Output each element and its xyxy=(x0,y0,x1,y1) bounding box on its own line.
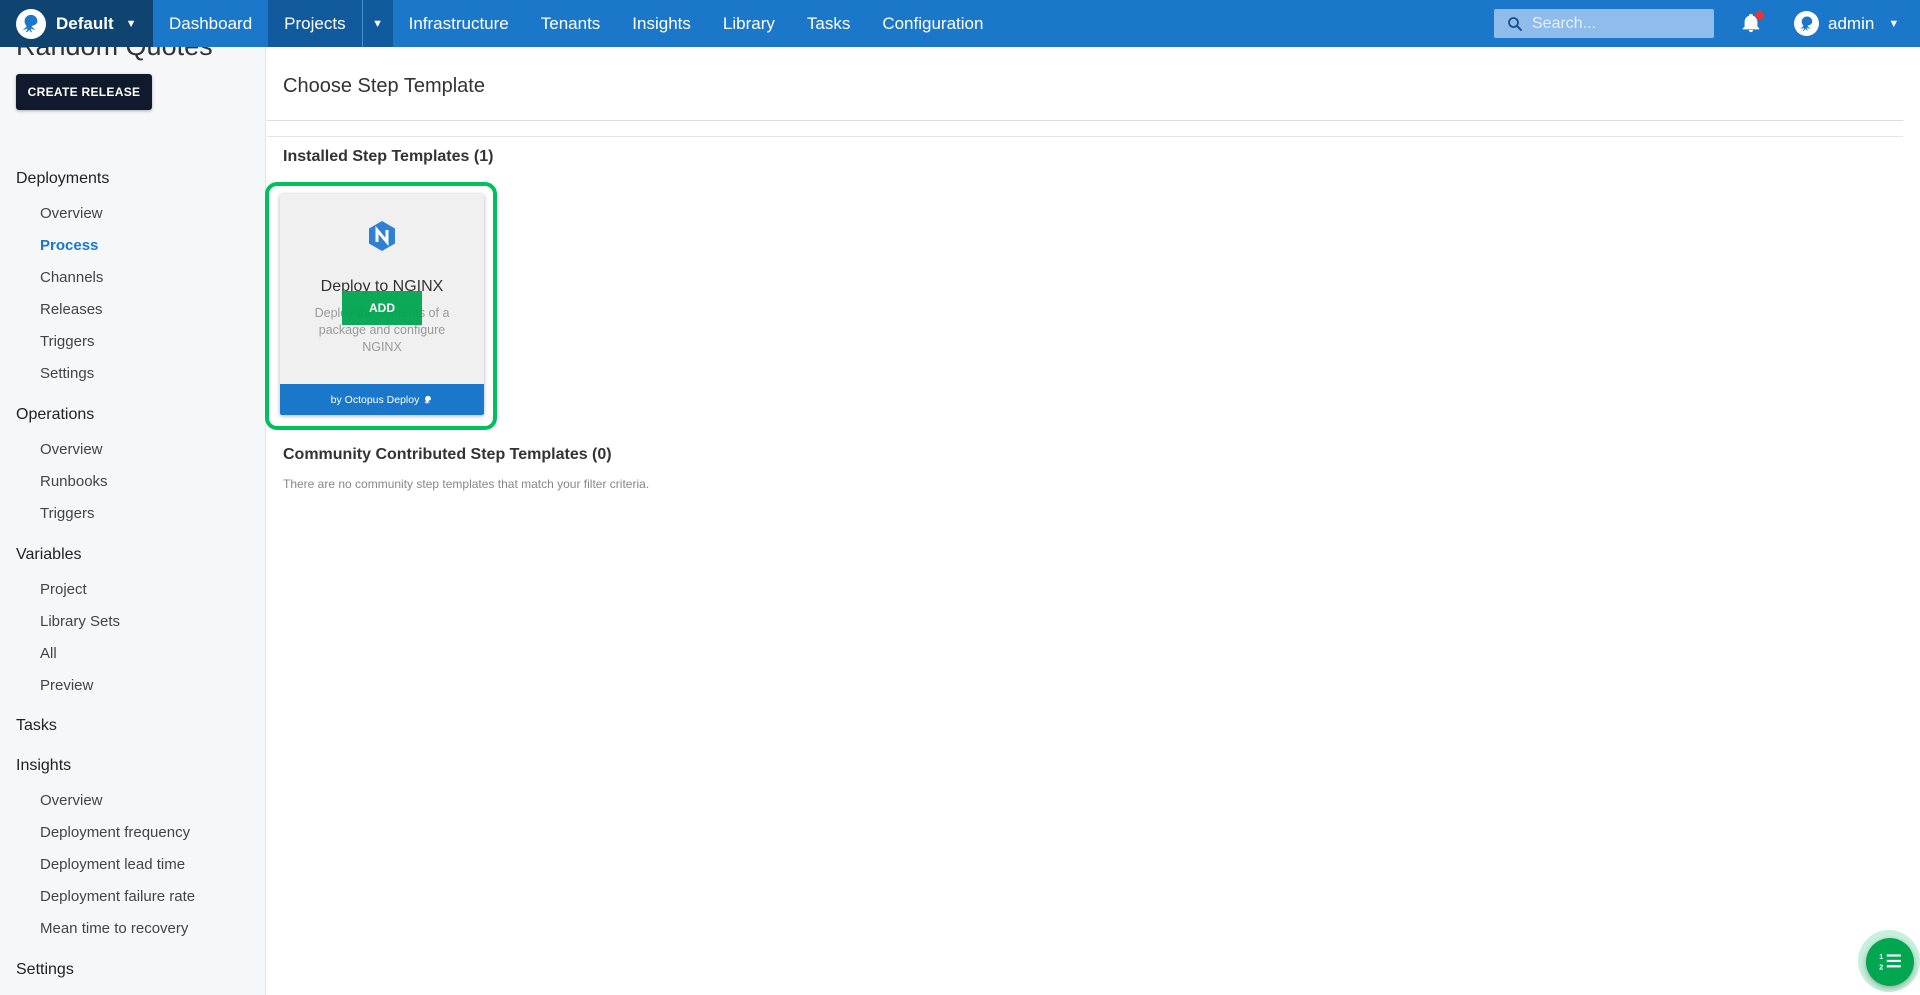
template-author-footer: by Octopus Deploy xyxy=(280,384,484,415)
notifications-bell-icon[interactable] xyxy=(1740,11,1764,34)
sidebar-item-deployment-settings[interactable]: Settings xyxy=(40,365,94,382)
nav-tenants[interactable]: Tenants xyxy=(525,0,617,47)
page-title: Choose Step Template xyxy=(283,75,485,97)
installed-templates-title: Installed Step Templates (1) xyxy=(283,148,494,165)
sidebar-item-library-sets[interactable]: Library Sets xyxy=(40,613,120,630)
sidebar-item-runbooks[interactable]: Runbooks xyxy=(40,473,108,490)
sidebar-item-all-variables[interactable]: All xyxy=(40,645,57,662)
chevron-down-icon: ▼ xyxy=(1888,17,1900,30)
sidebar-item-insights-overview[interactable]: Overview xyxy=(40,792,103,809)
main-nav: Dashboard Projects ▼ Infrastructure Tena… xyxy=(153,0,999,47)
space-switcher[interactable]: Default ▼ xyxy=(0,0,153,47)
nav-dashboard[interactable]: Dashboard xyxy=(153,0,268,47)
sidebar-section-insights[interactable]: Insights xyxy=(16,757,71,775)
sidebar-item-releases[interactable]: Releases xyxy=(40,301,103,318)
sidebar-section-deployments[interactable]: Deployments xyxy=(16,170,109,188)
main-content: Choose Step Template Installed Step Temp… xyxy=(265,47,1903,995)
add-template-button[interactable]: ADD xyxy=(342,291,422,325)
step-template-card[interactable]: Deploy to NGINX Deploy the contents of a… xyxy=(280,194,484,415)
nav-infrastructure[interactable]: Infrastructure xyxy=(393,0,525,47)
projects-dropdown-icon[interactable]: ▼ xyxy=(361,0,393,47)
notification-badge xyxy=(1755,11,1764,20)
project-title: Random Quotes xyxy=(16,47,213,62)
community-empty-message: There are no community step templates th… xyxy=(283,477,650,491)
numbered-list-icon: 1 2 xyxy=(1879,952,1901,972)
sidebar-section-variables[interactable]: Variables xyxy=(16,546,82,564)
search-box[interactable] xyxy=(1494,9,1714,38)
search-input[interactable] xyxy=(1532,14,1702,33)
create-release-button[interactable]: CREATE RELEASE xyxy=(16,74,152,110)
project-sidebar: Random Quotes CREATE RELEASE Deployments… xyxy=(0,47,266,995)
space-name: Default xyxy=(56,13,114,33)
user-avatar-icon xyxy=(1794,11,1819,36)
sidebar-item-operations-triggers[interactable]: Triggers xyxy=(40,505,94,522)
sidebar-item-deployment-failure-rate[interactable]: Deployment failure rate xyxy=(40,888,195,905)
nav-library[interactable]: Library xyxy=(707,0,791,47)
nav-projects[interactable]: Projects xyxy=(268,0,362,47)
octopus-small-icon xyxy=(424,395,432,404)
nav-insights[interactable]: Insights xyxy=(616,0,707,47)
sidebar-section-operations[interactable]: Operations xyxy=(16,406,94,424)
nginx-icon xyxy=(369,221,395,251)
getting-started-button[interactable]: 1 2 xyxy=(1866,938,1914,986)
nav-configuration[interactable]: Configuration xyxy=(866,0,999,47)
user-menu[interactable]: admin ▼ xyxy=(1794,11,1899,36)
sidebar-item-variables-preview[interactable]: Preview xyxy=(40,677,93,694)
svg-text:2: 2 xyxy=(1879,963,1883,972)
community-templates-title: Community Contributed Step Templates (0) xyxy=(283,446,612,463)
sidebar-item-operations-overview[interactable]: Overview xyxy=(40,441,103,458)
sidebar-item-process[interactable]: Process xyxy=(40,237,98,254)
sidebar-item-deployment-frequency[interactable]: Deployment frequency xyxy=(40,824,190,841)
page-header: Choose Step Template xyxy=(267,47,1903,121)
svg-text:1: 1 xyxy=(1879,952,1883,961)
chevron-down-icon: ▼ xyxy=(125,17,137,30)
sidebar-item-channels[interactable]: Channels xyxy=(40,269,103,286)
search-icon xyxy=(1508,16,1522,31)
user-name: admin xyxy=(1828,13,1875,33)
sidebar-item-mean-time-to-recovery[interactable]: Mean time to recovery xyxy=(40,920,188,937)
nav-tasks[interactable]: Tasks xyxy=(791,0,866,47)
sidebar-item-deployment-lead-time[interactable]: Deployment lead time xyxy=(40,856,185,873)
sidebar-section-tasks[interactable]: Tasks xyxy=(16,717,57,735)
sidebar-item-project-variables[interactable]: Project xyxy=(40,581,87,598)
divider xyxy=(267,136,1903,137)
top-navigation-bar: Default ▼ Dashboard Projects ▼ Infrastru… xyxy=(0,0,1920,47)
template-author: by Octopus Deploy xyxy=(330,393,420,406)
sidebar-section-settings[interactable]: Settings xyxy=(16,961,74,979)
sidebar-item-deployment-triggers[interactable]: Triggers xyxy=(40,333,94,350)
sidebar-item-deployments-overview[interactable]: Overview xyxy=(40,205,103,222)
octopus-logo-icon xyxy=(16,8,46,39)
